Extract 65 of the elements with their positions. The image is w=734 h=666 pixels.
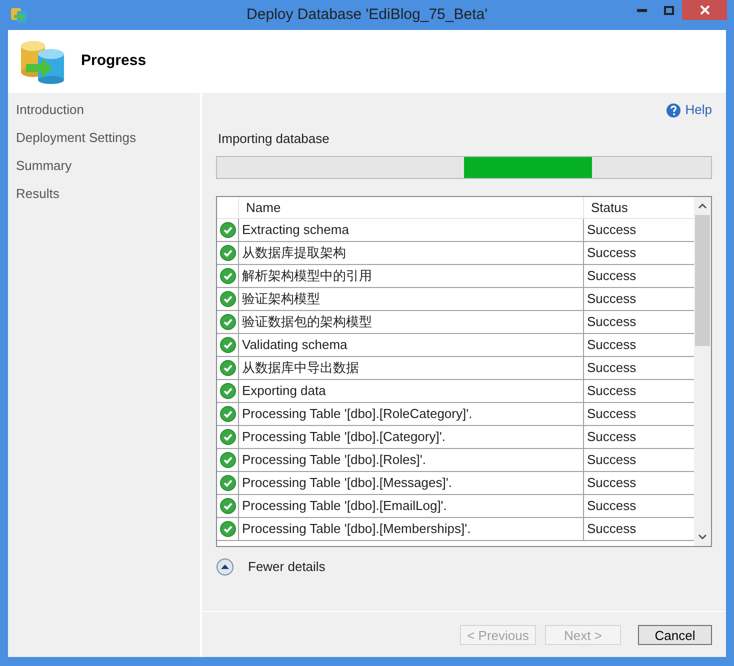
success-icon xyxy=(220,383,236,399)
success-icon xyxy=(220,314,236,330)
table-cell-text: Success xyxy=(586,267,638,285)
table-cell: Processing Table '[dbo].[Roles]'. xyxy=(239,449,584,471)
table-cell: Processing Table '[dbo].[Messages]'. xyxy=(239,472,584,494)
table-cell: 解析架构模型中的引用 xyxy=(239,265,584,287)
table-cell: Extracting schema xyxy=(239,219,584,241)
table-cell-text: Success xyxy=(586,474,638,492)
table-cell-text: Success xyxy=(586,520,638,538)
table-cell: 验证数据包的架构模型 xyxy=(239,311,584,333)
operation-label: Importing database xyxy=(218,130,330,148)
table-cell: Validating schema xyxy=(239,334,584,356)
table-cell-text: Success xyxy=(586,497,638,515)
table-cell: 从数据库提取架构 xyxy=(239,242,584,264)
fewer-details-toggle[interactable]: Fewer details xyxy=(216,557,326,576)
table-cell: Processing Table '[dbo].[Memberships]'. xyxy=(239,518,584,540)
table-cell: Processing Table '[dbo].[Category]'. xyxy=(239,426,584,448)
page-title: Progress xyxy=(81,51,146,72)
table-cell-text: Success xyxy=(586,359,638,377)
success-icon xyxy=(220,222,236,238)
close-icon xyxy=(700,5,710,15)
table-cell-text: Success xyxy=(586,336,638,354)
success-icon xyxy=(220,521,236,537)
scrollbar-thumb[interactable] xyxy=(695,215,710,346)
success-icon xyxy=(220,360,236,376)
table-cell: Exporting data xyxy=(239,380,584,402)
app-icon xyxy=(10,6,28,24)
success-icon xyxy=(220,337,236,353)
success-icon xyxy=(220,406,236,422)
table-cell-text: Success xyxy=(586,221,638,239)
table-cell-text: Success xyxy=(586,290,638,308)
scroll-down-icon xyxy=(698,534,707,540)
success-icon xyxy=(220,429,236,445)
success-icon xyxy=(220,268,236,284)
scroll-up-icon xyxy=(698,203,707,209)
help-link[interactable]: Help xyxy=(685,100,712,120)
table-cell-text: Success xyxy=(586,313,638,331)
scrollbar[interactable] xyxy=(694,197,711,546)
success-icon xyxy=(220,291,236,307)
sidebar-item[interactable]: Summary xyxy=(8,156,200,184)
sidebar-item[interactable]: Introduction xyxy=(8,100,200,128)
close-button[interactable] xyxy=(682,0,727,20)
table-cell-text: Success xyxy=(586,405,638,423)
table-cell: 从数据库中导出数据 xyxy=(239,357,584,379)
collapse-icon xyxy=(216,558,234,576)
success-icon xyxy=(220,498,236,514)
success-icon xyxy=(220,245,236,261)
sidebar-item[interactable]: Deployment Settings xyxy=(8,128,200,156)
table-cell-text: Success xyxy=(586,451,638,469)
table-cell: Processing Table '[dbo].[EmailLog]'. xyxy=(239,495,584,517)
maximize-icon xyxy=(664,6,674,14)
table-cell-text: Success xyxy=(586,244,638,262)
wizard-button[interactable]: Cancel xyxy=(638,625,712,645)
success-icon xyxy=(220,475,236,491)
column-header[interactable]: Status xyxy=(584,197,694,218)
success-icon xyxy=(220,452,236,468)
minimize-icon xyxy=(636,8,646,12)
window-title: Deploy Database 'EdiBlog_75_Beta' xyxy=(246,4,488,25)
help-icon xyxy=(666,102,682,118)
column-header[interactable]: Name xyxy=(239,197,584,218)
sidebar-item[interactable]: Results xyxy=(8,184,200,212)
table-cell-text: Success xyxy=(586,382,638,400)
table-cell: 验证架构模型 xyxy=(239,288,584,310)
table-cell: Processing Table '[dbo].[RoleCategory]'. xyxy=(239,403,584,425)
table-cell-text: Success xyxy=(586,428,638,446)
